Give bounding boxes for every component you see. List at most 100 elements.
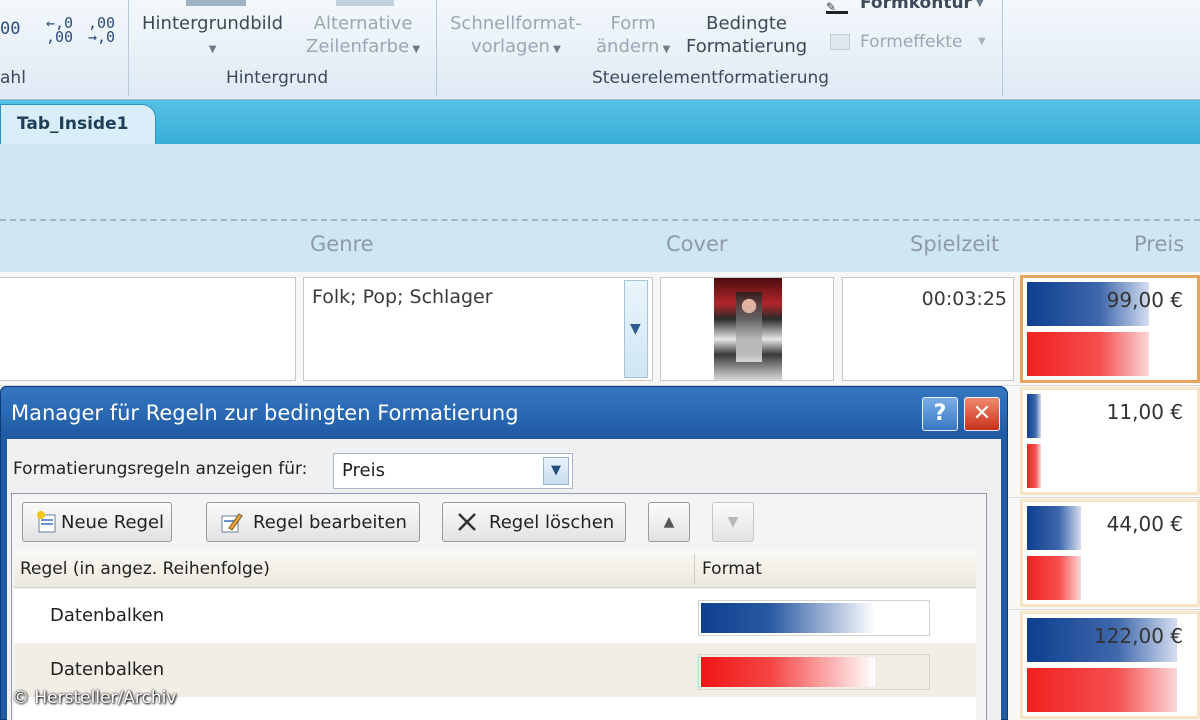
move-down-button[interactable]: ▼ (712, 502, 754, 542)
price-data-bar-red (1027, 556, 1081, 600)
background-image-icon (186, 0, 246, 6)
alt-row-color-icon (336, 0, 394, 6)
close-icon: ✕ (972, 401, 992, 426)
rule-format-preview (698, 600, 930, 636)
group-separator (1002, 0, 1003, 96)
document-tab-strip: Tab_Inside1 (0, 100, 1200, 146)
genre-field[interactable]: Folk; Pop; Schlager ▼ (303, 277, 653, 381)
conditional-formatting-line2: Formatierung (686, 36, 808, 57)
dialog-body: Formatierungsregeln anzeigen für: Preis … (7, 439, 1001, 720)
price-cell[interactable]: 122,00 € (1020, 611, 1200, 719)
tab-label: Tab_Inside1 (17, 114, 129, 134)
show-rules-label: Formatierungsregeln anzeigen für: (13, 459, 308, 479)
new-rule-label: Neue Regel (61, 512, 165, 533)
arrow-up-icon: ▲ (663, 514, 675, 530)
chevron-down-icon: ▼ (659, 44, 671, 55)
alt-row-color-line2: Zeilenfarbe (306, 36, 410, 57)
help-button[interactable]: ? (922, 397, 958, 431)
rules-panel: Neue Regel Regel bearbeiten Regel lösche… (11, 493, 987, 720)
show-rules-value: Preis (342, 460, 385, 481)
duration-field[interactable]: 00:03:25 (842, 277, 1014, 381)
price-cell[interactable]: 99,00 € (1020, 275, 1200, 383)
alt-row-color-button[interactable]: Alternative Zeilenfarbe ▼ (306, 12, 420, 61)
control-format-group-label: Steuerelementformatierung (592, 68, 830, 88)
delete-icon (458, 513, 476, 531)
conditional-formatting-rules-dialog: Manager für Regeln zur bedingten Formati… (0, 386, 1008, 720)
shape-effects-icon (830, 34, 850, 50)
price-data-bar-red (1027, 332, 1149, 376)
price-data-bar-blue (1027, 394, 1041, 438)
column-header-genre: Genre (310, 232, 374, 256)
alt-row-color-line1: Alternative (313, 13, 413, 34)
pen-icon: ✎ (826, 0, 848, 14)
move-up-button[interactable]: ▲ (648, 502, 690, 542)
form-header-divider (0, 219, 1200, 221)
price-value: 99,00 € (1106, 288, 1183, 312)
shape-effects-label: Formeffekte (860, 32, 963, 52)
change-shape-line2: ändern (596, 36, 660, 57)
quick-styles-line2: vorlagen (470, 36, 550, 57)
new-rule-icon (37, 511, 56, 533)
rule-name: Datenbalken (50, 659, 165, 680)
ribbon: 00 ←,0,00 ,00 →,0 ahl Hintergrundbild ▼ A… (0, 0, 1200, 100)
conditional-formatting-line1: Bedingte (706, 13, 787, 34)
dialog-titlebar[interactable]: Manager für Regeln zur bedingten Formati… (1, 387, 1007, 439)
help-icon: ? (933, 401, 947, 426)
background-group-label: Hintergrund (226, 68, 329, 88)
chevron-down-icon[interactable]: ▼ (543, 457, 569, 485)
edit-rule-label: Regel bearbeiten (253, 512, 407, 533)
rule-row[interactable]: Datenbalken (14, 589, 976, 643)
column-header-duration: Spielzeit (910, 232, 1000, 256)
edit-rule-icon (221, 513, 243, 533)
number-group-label: ahl (0, 68, 26, 88)
format-preview-bar (701, 603, 875, 633)
price-value: 11,00 € (1106, 400, 1183, 424)
new-rule-button[interactable]: Neue Regel (22, 502, 172, 542)
dialog-title: Manager für Regeln zur bedingten Formati… (11, 401, 519, 425)
edit-rule-button[interactable]: Regel bearbeiten (206, 502, 420, 542)
group-separator (436, 0, 437, 96)
background-image-label: Hintergrundbild (142, 13, 284, 34)
format-preview-bar (701, 657, 875, 687)
quick-styles-line1: Schnellformat- (450, 13, 582, 34)
delete-rule-label: Regel löschen (489, 512, 615, 533)
show-rules-select[interactable]: Preis ▼ (333, 453, 573, 489)
rules-grid-header: Regel (in angez. Reihenfolge) Format (14, 550, 976, 588)
chevron-down-icon: ▼ (208, 44, 217, 55)
background-image-button[interactable]: Hintergrundbild ▼ (142, 12, 283, 61)
chevron-down-icon: ▼ (978, 36, 986, 47)
shape-outline-button[interactable]: ✎ Formkontur ▼ (824, 0, 994, 16)
chevron-down-icon: ▼ (630, 321, 641, 337)
title-field[interactable] (0, 277, 296, 381)
shape-effects-button[interactable]: Formeffekte ▼ (828, 30, 998, 56)
conditional-formatting-button[interactable]: Bedingte Formatierung (686, 12, 807, 58)
genre-value: Folk; Pop; Schlager (312, 286, 493, 308)
decrease-decimals-icon[interactable]: ,00 →,0 (88, 16, 115, 45)
chevron-down-icon: ▼ (409, 44, 421, 55)
delete-rule-button[interactable]: Regel löschen (442, 502, 626, 542)
close-button[interactable]: ✕ (964, 397, 1000, 431)
chevron-down-icon: ▼ (549, 44, 561, 55)
group-separator (128, 0, 129, 96)
change-shape-button[interactable]: Form ändern ▼ (596, 12, 670, 61)
change-shape-line1: Form (610, 13, 656, 34)
price-data-bar-blue (1027, 506, 1081, 550)
chevron-down-icon: ▼ (976, 0, 984, 9)
tab-inside1[interactable]: Tab_Inside1 (0, 104, 156, 146)
price-value: 44,00 € (1106, 512, 1183, 536)
column-divider (694, 554, 695, 584)
price-cell[interactable]: 11,00 € (1020, 387, 1200, 495)
column-header-format: Format (702, 559, 762, 579)
arrow-down-icon: ▼ (727, 514, 739, 530)
column-header-price: Preis (1134, 232, 1185, 256)
price-cell[interactable]: 44,00 € (1020, 499, 1200, 607)
quick-styles-button[interactable]: Schnellformat- vorlagen ▼ (450, 12, 582, 61)
rule-name: Datenbalken (50, 605, 165, 626)
duration-value: 00:03:25 (921, 288, 1007, 310)
increase-decimals-icon[interactable]: ←,0,00 (46, 16, 73, 45)
form-header (0, 144, 1200, 220)
number-format-partial: 00 (0, 19, 21, 39)
genre-dropdown-button[interactable]: ▼ (624, 280, 648, 378)
price-data-bar-red (1027, 444, 1041, 488)
image-credit: © Hersteller/Archiv (12, 688, 177, 708)
